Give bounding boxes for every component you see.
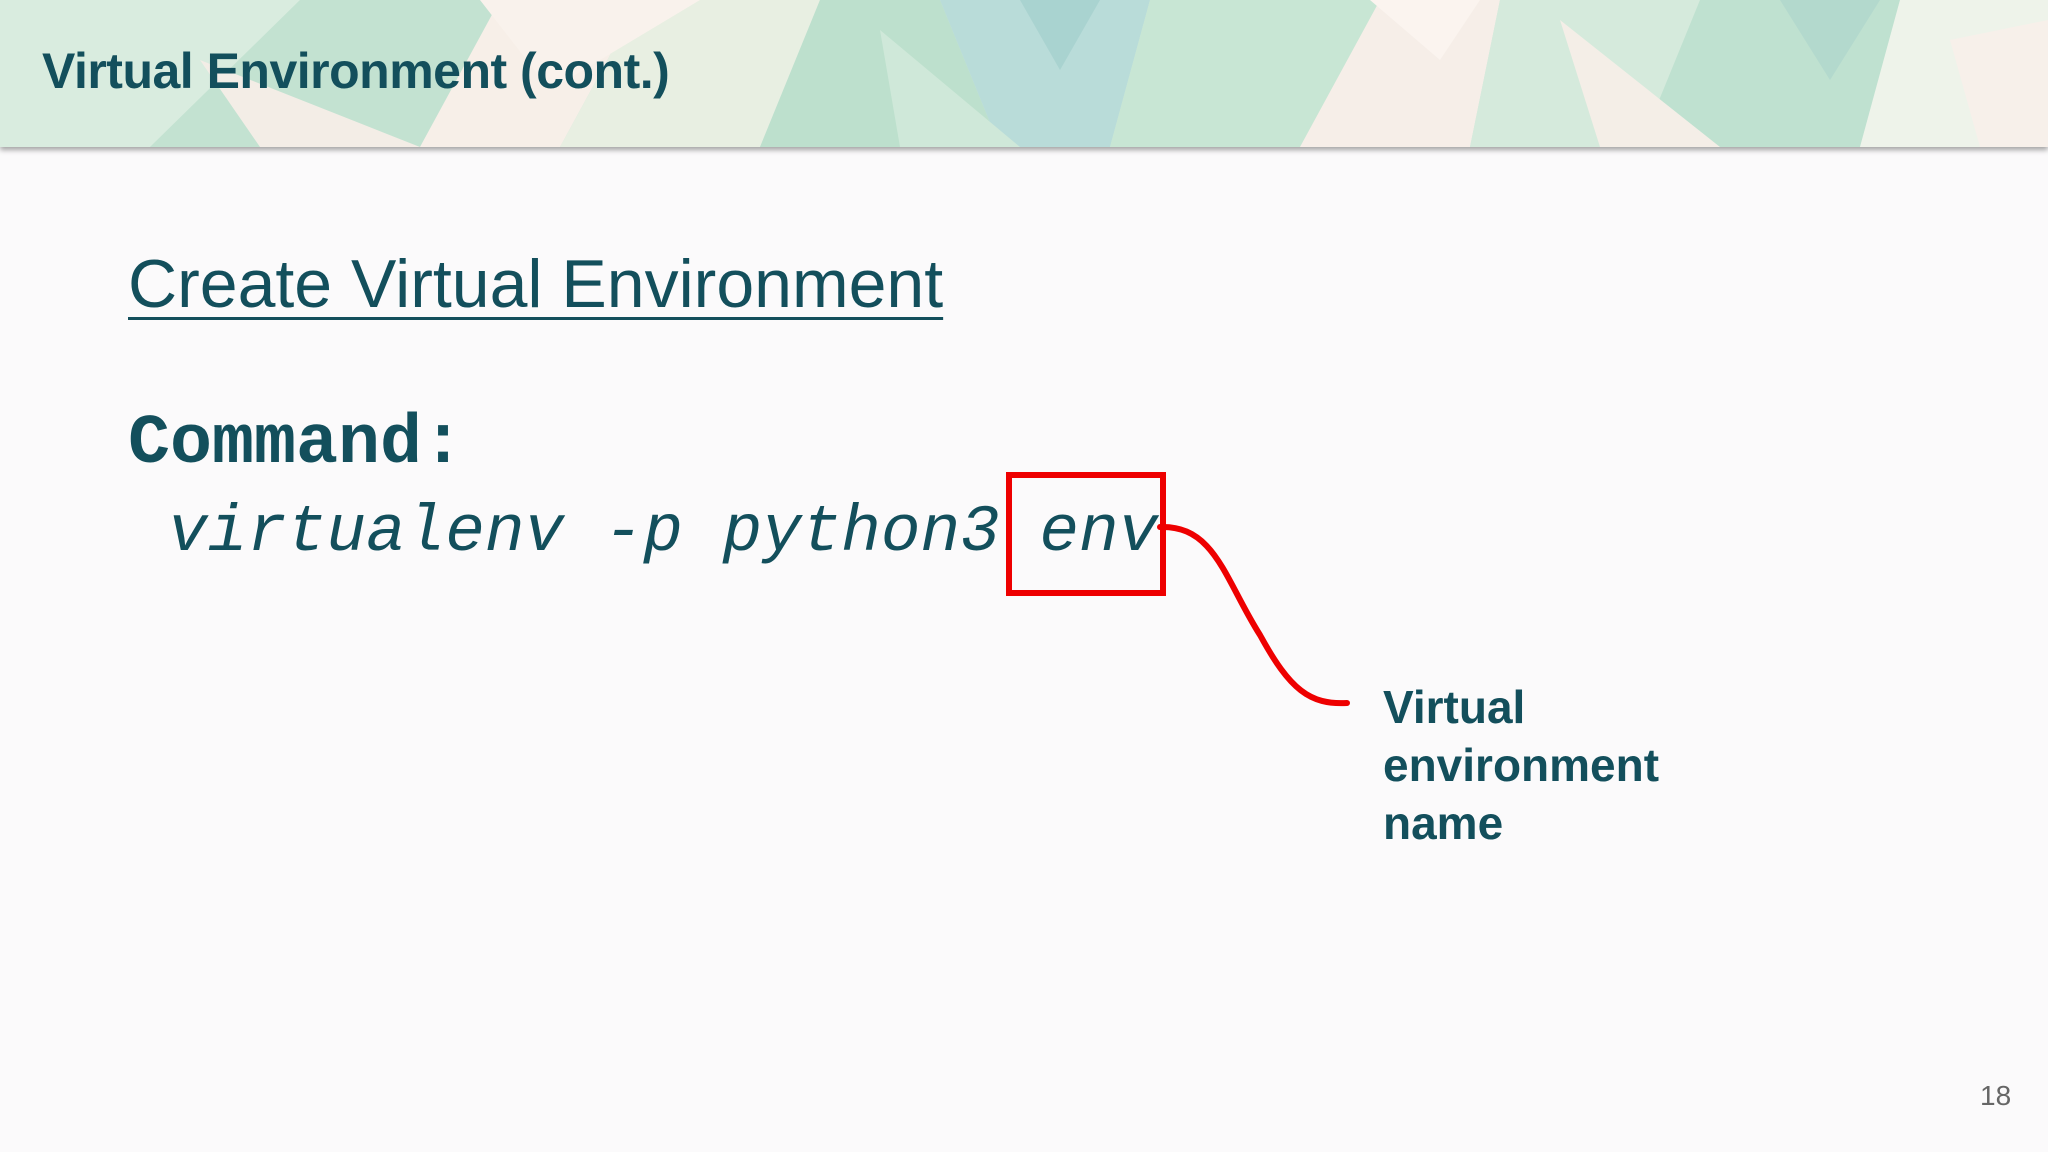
annotation-line-3: name (1383, 797, 1504, 849)
annotation-line-1: Virtual (1383, 681, 1526, 733)
callout-annotation: Virtual environment name (1383, 678, 1659, 852)
annotation-line-2: environment (1383, 739, 1660, 791)
callout-connector-line (1157, 523, 1350, 707)
page-number: 18 (1980, 1080, 2012, 1111)
